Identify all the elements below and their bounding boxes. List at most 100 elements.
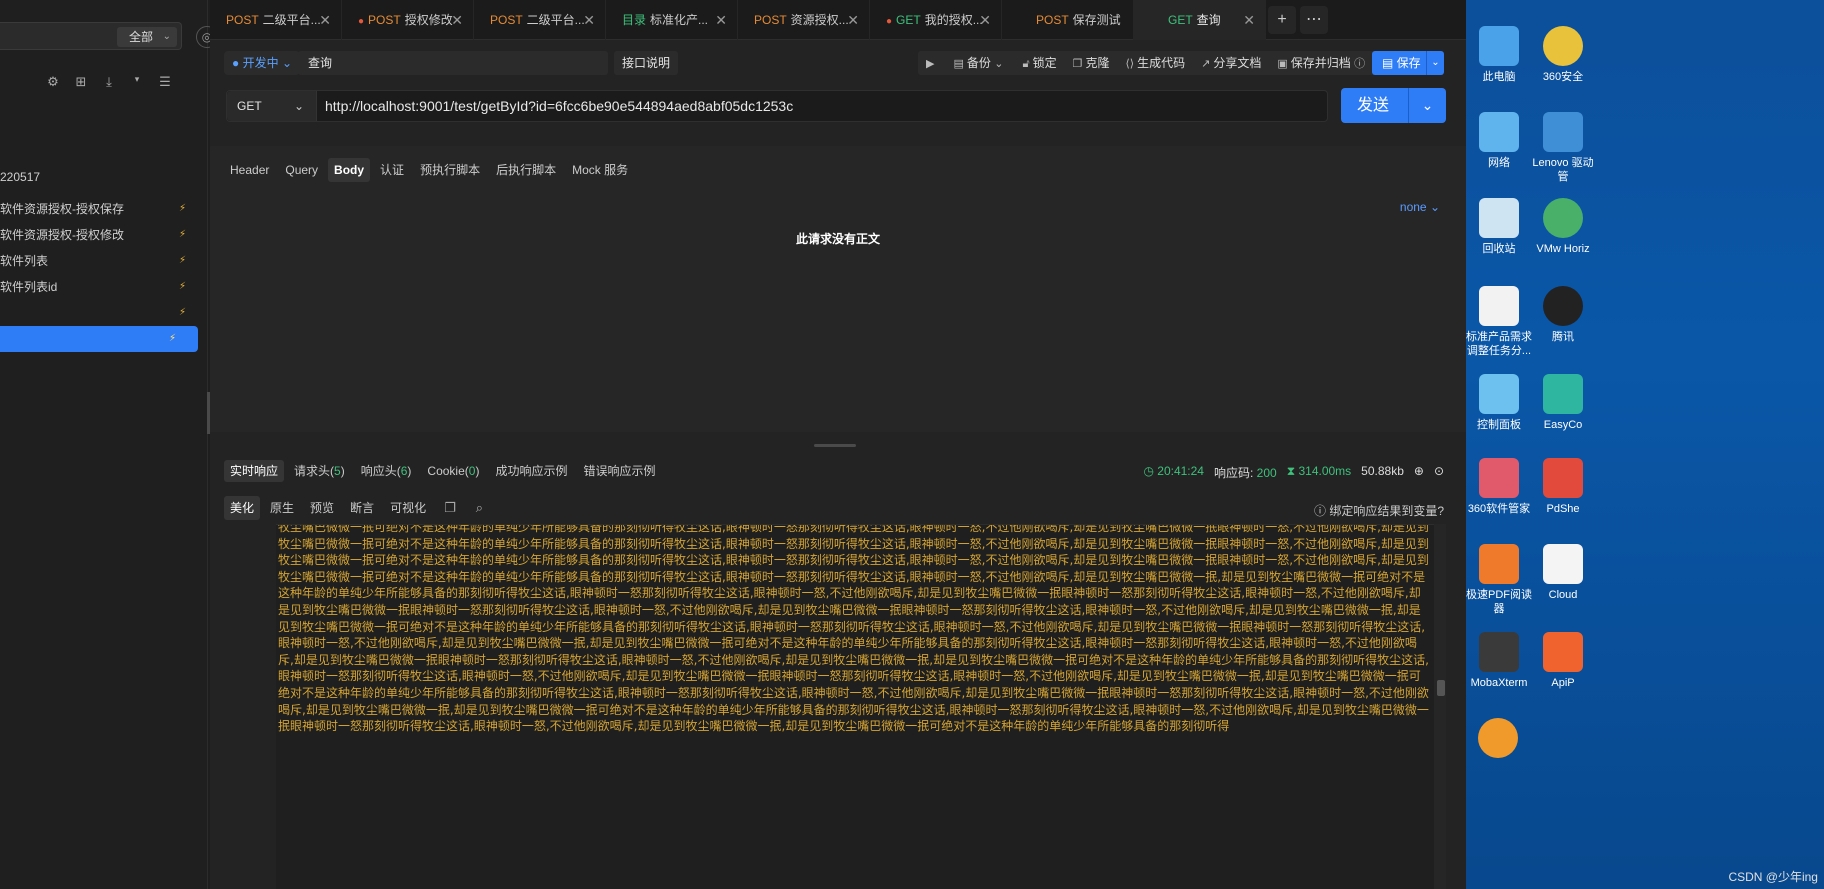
tab-cookie[interactable]: Cookie(0) xyxy=(421,460,485,482)
desktop-icon[interactable]: 360安全 xyxy=(1530,26,1596,84)
add-tab-button[interactable]: + xyxy=(1268,6,1296,34)
desktop-icon[interactable]: 极速PDF阅读器 xyxy=(1466,544,1532,616)
tab-request-active[interactable]: GET 查询 ✕ xyxy=(1134,0,1266,40)
more-icon[interactable]: ⋯ xyxy=(1300,6,1328,34)
tab-response-headers[interactable]: 响应头(6) xyxy=(355,460,418,482)
close-icon[interactable]: ✕ xyxy=(583,0,595,40)
backup-button[interactable]: ▤ 备份 ⌄ xyxy=(945,51,1014,75)
scroll-thumb[interactable] xyxy=(1437,680,1445,696)
desktop-icon[interactable]: 此电脑 xyxy=(1466,26,1532,84)
tab-request[interactable]: POST 资源授权... ✕ xyxy=(738,0,870,40)
scrollbar[interactable] xyxy=(1434,524,1446,889)
save-archive-label: 保存并归档 xyxy=(1290,56,1351,70)
bind-response-link[interactable]: ⓘ 绑定响应结果到变量? xyxy=(1314,502,1444,519)
tab-error-example[interactable]: 错误响应示例 xyxy=(577,460,661,482)
tab-visualize[interactable]: 可视化 xyxy=(384,496,432,520)
share-doc-button[interactable]: ↗ 分享文档 xyxy=(1193,51,1269,75)
tab-request[interactable]: POST 二级平台... ✕ xyxy=(210,0,342,40)
response-body[interactable]: 牧尘嘴巴微微一抿可绝对不是这种年龄的单纯少年所能够具备的那刻彻听得牧尘这话,眼神… xyxy=(276,524,1434,889)
desktop-icon[interactable]: 控制面板 xyxy=(1466,374,1532,432)
globe-icon[interactable]: ⊕ xyxy=(1414,464,1424,481)
import-icon[interactable]: ⤓ xyxy=(100,74,118,90)
desktop-icon[interactable]: 网络 xyxy=(1466,112,1532,170)
sidebar-search-input[interactable]: 全部 ⌄ xyxy=(0,22,182,50)
close-icon[interactable]: ✕ xyxy=(319,0,331,40)
tab-pretty[interactable]: 美化 xyxy=(224,496,261,520)
save-button[interactable]: ▤ 保存 ⌄ xyxy=(1372,51,1444,75)
sidebar-filter-dropdown[interactable]: 全部 ⌄ xyxy=(116,27,177,47)
desktop-icon[interactable]: MobaXterm xyxy=(1466,632,1532,690)
share-icon: ↗ xyxy=(1201,58,1211,70)
url-input[interactable]: http://localhost:9001/test/getById?id=6f… xyxy=(325,91,793,121)
tab-request[interactable]: ● GET 我的授权... ✕ xyxy=(870,0,1002,40)
vmware-icon xyxy=(1543,198,1583,238)
tab-post-script[interactable]: 后执行脚本 xyxy=(490,158,562,182)
help-icon[interactable]: ⓘ xyxy=(1354,58,1365,70)
tree-item[interactable]: ⚡ xyxy=(0,300,208,326)
close-icon[interactable]: ✕ xyxy=(847,0,859,40)
tab-pre-script[interactable]: 预执行脚本 xyxy=(414,158,486,182)
send-button[interactable]: 发送 ⌄ xyxy=(1341,88,1446,123)
tree-item[interactable]: 软件资源授权-授权修改 ⚡ xyxy=(0,222,208,248)
tab-request-headers[interactable]: 请求头(5) xyxy=(288,460,351,482)
tab-live-response[interactable]: 实时响应 xyxy=(224,460,285,482)
tab-auth[interactable]: 认证 xyxy=(374,158,410,182)
tree-item[interactable]: 软件列表id ⚡ xyxy=(0,274,208,300)
tab-request[interactable]: POST 保存测试 xyxy=(1002,0,1134,40)
desktop-icon[interactable] xyxy=(1478,718,1518,762)
tab-assert[interactable]: 断言 xyxy=(344,496,380,520)
close-icon[interactable]: ✕ xyxy=(451,0,463,40)
tree-group-label[interactable]: 220517 xyxy=(0,170,40,184)
clone-button[interactable]: ❐ 克隆 xyxy=(1065,51,1118,75)
request-name-input[interactable]: 查询 xyxy=(298,51,608,75)
desktop-icon[interactable]: 腾讯 xyxy=(1530,286,1596,344)
copy-icon[interactable]: ❐ xyxy=(436,496,464,520)
desktop-icon[interactable]: 回收站 xyxy=(1466,198,1532,256)
lock-button[interactable]: 🔓︎ 锁定 xyxy=(1014,51,1064,75)
tab-bar: POST 二级平台... ✕ ● POST 授权修改 ✕ POST 二级平台... ✕ 目录标… xyxy=(210,0,1466,40)
tab-mock[interactable]: Mock 服务 xyxy=(566,158,634,182)
close-icon[interactable]: ✕ xyxy=(715,0,727,40)
tree-item[interactable]: 软件列表 ⚡ xyxy=(0,248,208,274)
chevron-down-icon: ⌄ xyxy=(162,31,171,42)
graph-icon[interactable]: ⚙ xyxy=(44,74,62,90)
close-icon[interactable]: ✕ xyxy=(979,0,991,40)
tab-query[interactable]: Query xyxy=(279,158,324,182)
generate-code-button[interactable]: ⟨⟩ 生成代码 xyxy=(1118,51,1194,75)
body-type-select[interactable]: none ⌄ xyxy=(1400,200,1440,214)
tab-success-example[interactable]: 成功响应示例 xyxy=(489,460,573,482)
tab-directory[interactable]: 目录 标准化产... ✕ xyxy=(606,0,738,40)
chevron-down-icon[interactable]: ⌄ xyxy=(1426,51,1444,75)
tab-body[interactable]: Body xyxy=(328,158,371,182)
desktop-icon[interactable]: 标准产品需求调整任务分... xyxy=(1466,286,1532,358)
desktop-icon[interactable]: PdShe xyxy=(1530,458,1596,516)
api-doc-button[interactable]: 接口说明 xyxy=(614,51,679,75)
tree-item[interactable]: 软件资源授权-授权保存 ⚡ xyxy=(0,196,208,222)
tab-header[interactable]: Header xyxy=(224,158,275,182)
save-archive-button[interactable]: ▣ 保存并归档 ⓘ xyxy=(1269,51,1376,75)
list-icon[interactable]: ☰ xyxy=(156,74,174,90)
desktop-icon[interactable]: Lenovo 驱动管 xyxy=(1530,112,1596,184)
panel-resize-handle[interactable] xyxy=(814,444,856,447)
tab-request[interactable]: ● POST 授权修改 ✕ xyxy=(342,0,474,40)
tree-item-selected[interactable]: ⚡ xyxy=(0,326,198,352)
run-button[interactable]: ▶ xyxy=(918,51,945,75)
chevron-down-icon[interactable]: ⌄ xyxy=(1408,88,1446,123)
desktop-icon[interactable]: EasyCo xyxy=(1530,374,1596,432)
desktop-icon-label: 腾讯 xyxy=(1552,331,1574,343)
chevron-down-icon[interactable]: ▾ xyxy=(128,74,146,90)
search-icon[interactable]: ⌕ xyxy=(468,496,491,520)
close-icon[interactable]: ✕ xyxy=(1243,0,1255,40)
terminal-icon xyxy=(1479,632,1519,672)
method-select[interactable]: GET ⌄ xyxy=(227,91,317,121)
status-dropdown[interactable]: ● 开发中 ⌄ xyxy=(224,51,301,75)
desktop-icon[interactable]: Cloud xyxy=(1530,544,1596,602)
tab-preview[interactable]: 预览 xyxy=(304,496,340,520)
download-icon[interactable]: ⊙ xyxy=(1434,464,1444,481)
desktop-icon[interactable]: ApiP xyxy=(1530,632,1596,690)
tab-request[interactable]: POST 二级平台... ✕ xyxy=(474,0,606,40)
add-folder-icon[interactable]: ⊞ xyxy=(72,74,90,90)
desktop-icon[interactable]: VMw Horiz xyxy=(1530,198,1596,256)
tab-raw[interactable]: 原生 xyxy=(264,496,300,520)
desktop-icon[interactable]: 360软件管家 xyxy=(1466,458,1532,516)
